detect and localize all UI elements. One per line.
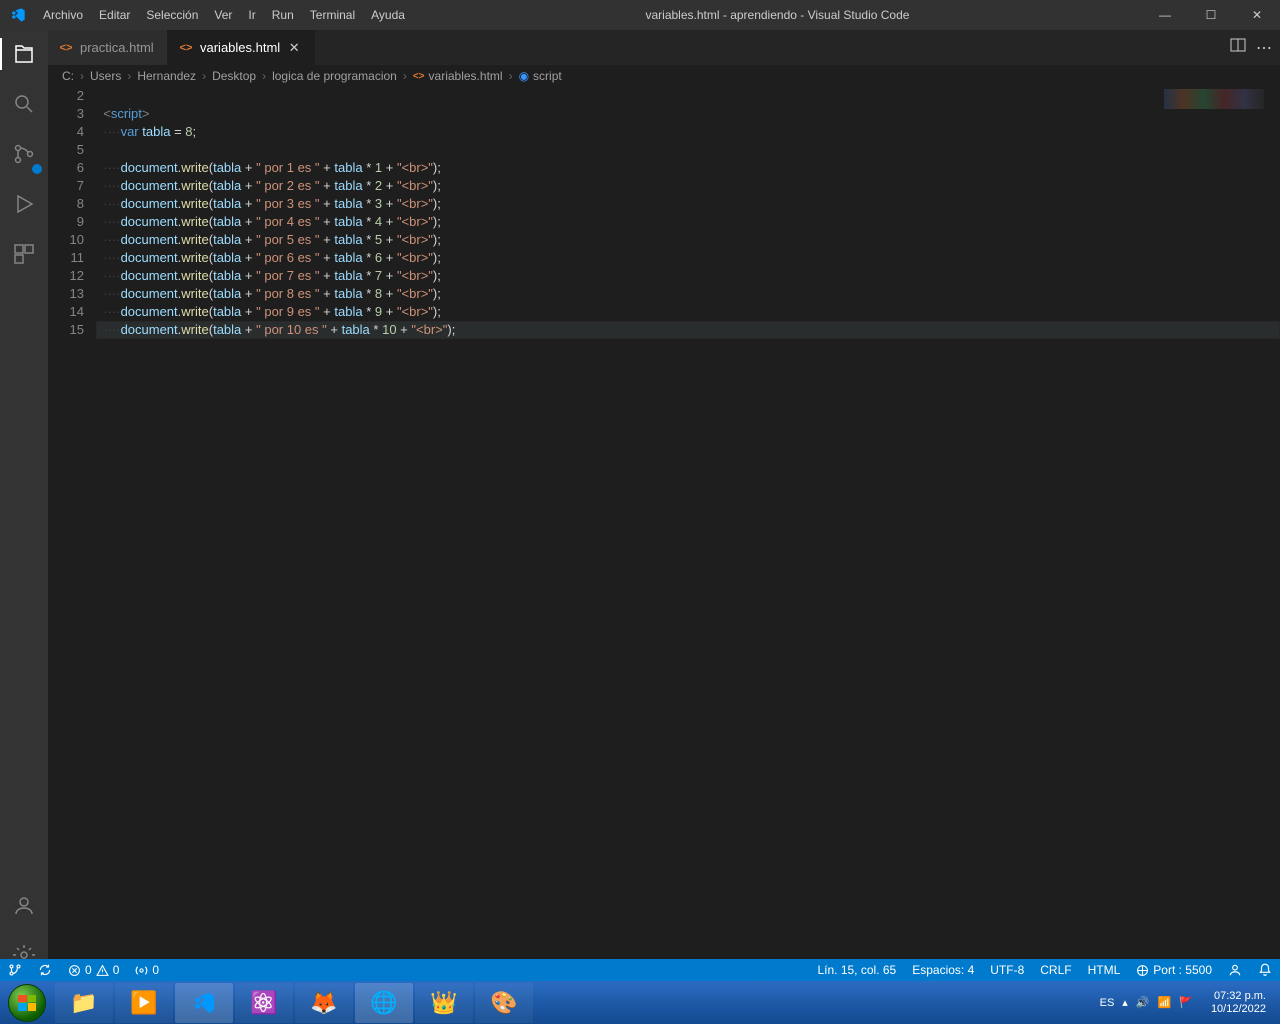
line-numbers: 23456789101112131415 xyxy=(48,87,96,339)
html-file-icon: <> xyxy=(58,40,74,56)
tab-label: variables.html xyxy=(200,40,280,55)
extensions-icon[interactable] xyxy=(0,238,48,270)
close-tab-icon[interactable]: ✕ xyxy=(286,40,302,56)
cursor-position[interactable]: Lín. 15, col. 65 xyxy=(809,959,904,981)
maximize-button[interactable]: ☐ xyxy=(1188,0,1234,30)
activity-bar: 1 xyxy=(0,30,48,981)
feedback-icon[interactable] xyxy=(1220,959,1250,981)
liveserver-status[interactable]: Port : 5500 xyxy=(1128,959,1220,981)
taskbar-media[interactable]: ▶️ xyxy=(115,983,173,1023)
window-title: variables.html - aprendiendo - Visual St… xyxy=(413,8,1142,22)
eol-status[interactable]: CRLF xyxy=(1032,959,1079,981)
bc-seg[interactable]: logica de programacion xyxy=(272,69,397,83)
tray-chevron-icon[interactable]: ▴ xyxy=(1122,996,1128,1009)
language-status[interactable]: HTML xyxy=(1080,959,1129,981)
symbol-icon: ◉ xyxy=(519,69,529,83)
tray-volume-icon[interactable]: 🔊 xyxy=(1136,996,1150,1009)
problems-status[interactable]: 0 0 xyxy=(60,959,127,981)
explorer-icon[interactable] xyxy=(0,38,48,70)
branch-status[interactable] xyxy=(0,959,30,981)
menu-ir[interactable]: Ir xyxy=(240,0,263,30)
indent-status[interactable]: Espacios: 4 xyxy=(904,959,982,981)
status-bar: 0 0 0 Lín. 15, col. 65 Espacios: 4 UTF-8… xyxy=(0,959,1280,981)
tab-practica[interactable]: <> practica.html xyxy=(48,30,168,65)
more-actions-icon[interactable]: ⋯ xyxy=(1256,38,1272,58)
code-content[interactable]: <script> ····var tabla = 8; ····document… xyxy=(96,87,1280,339)
taskbar-chrome[interactable]: 🌐 xyxy=(355,983,413,1023)
minimize-button[interactable]: ― xyxy=(1142,0,1188,30)
bc-symbol[interactable]: script xyxy=(533,69,562,83)
menu-ver[interactable]: Ver xyxy=(206,0,240,30)
editor-tabs: <> practica.html <> variables.html ✕ ⋯ xyxy=(48,30,1280,65)
html-file-icon: <> xyxy=(413,71,425,82)
taskbar-vscode[interactable] xyxy=(175,983,233,1023)
vscode-logo-icon xyxy=(0,7,35,23)
source-control-icon[interactable] xyxy=(0,138,48,170)
menu-bar: Archivo Editar Selección Ver Ir Run Term… xyxy=(35,0,413,30)
menu-terminal[interactable]: Terminal xyxy=(302,0,363,30)
split-editor-icon[interactable] xyxy=(1230,37,1246,58)
windows-taskbar: 📁 ▶️ ⚛️ 🦊 🌐 👑 🎨 ES ▴ 🔊 📶 🚩 07:32 p.m. 10… xyxy=(0,981,1280,1024)
breadcrumbs[interactable]: C:› Users› Hernandez› Desktop› logica de… xyxy=(48,65,1280,87)
menu-run[interactable]: Run xyxy=(264,0,302,30)
taskbar-explorer[interactable]: 📁 xyxy=(55,983,113,1023)
taskbar-atom[interactable]: ⚛️ xyxy=(235,983,293,1023)
menu-archivo[interactable]: Archivo xyxy=(35,0,91,30)
tray-network-icon[interactable]: 📶 xyxy=(1158,996,1172,1009)
menu-seleccion[interactable]: Selección xyxy=(138,0,206,30)
tray-clock[interactable]: 07:32 p.m. 10/12/2022 xyxy=(1201,990,1276,1016)
taskbar-firefox[interactable]: 🦊 xyxy=(295,983,353,1023)
notifications-icon[interactable] xyxy=(1250,959,1280,981)
tray-lang[interactable]: ES xyxy=(1100,997,1115,1009)
title-bar: Archivo Editar Selección Ver Ir Run Term… xyxy=(0,0,1280,30)
html-file-icon: <> xyxy=(178,40,194,56)
menu-editar[interactable]: Editar xyxy=(91,0,138,30)
radio-status[interactable]: 0 xyxy=(127,959,167,981)
search-icon[interactable] xyxy=(0,88,48,120)
tab-label: practica.html xyxy=(80,40,154,55)
run-debug-icon[interactable] xyxy=(0,188,48,220)
close-button[interactable]: ✕ xyxy=(1234,0,1280,30)
code-editor[interactable]: 23456789101112131415 <script> ····var ta… xyxy=(48,87,1280,981)
start-button[interactable] xyxy=(0,981,54,1024)
tray-flag-icon[interactable]: 🚩 xyxy=(1179,996,1193,1009)
sync-status[interactable] xyxy=(30,959,60,981)
taskbar-app2[interactable]: 🎨 xyxy=(475,983,533,1023)
bc-seg[interactable]: C: xyxy=(62,69,74,83)
encoding-status[interactable]: UTF-8 xyxy=(982,959,1032,981)
menu-ayuda[interactable]: Ayuda xyxy=(363,0,413,30)
tab-variables[interactable]: <> variables.html ✕ xyxy=(168,30,315,65)
bc-seg[interactable]: Users xyxy=(90,69,121,83)
taskbar-app1[interactable]: 👑 xyxy=(415,983,473,1023)
accounts-icon[interactable] xyxy=(0,889,48,921)
system-tray: ES ▴ 🔊 📶 🚩 07:32 p.m. 10/12/2022 xyxy=(1100,990,1280,1016)
bc-file[interactable]: variables.html xyxy=(429,69,503,83)
bc-seg[interactable]: Hernandez xyxy=(137,69,196,83)
bc-seg[interactable]: Desktop xyxy=(212,69,256,83)
